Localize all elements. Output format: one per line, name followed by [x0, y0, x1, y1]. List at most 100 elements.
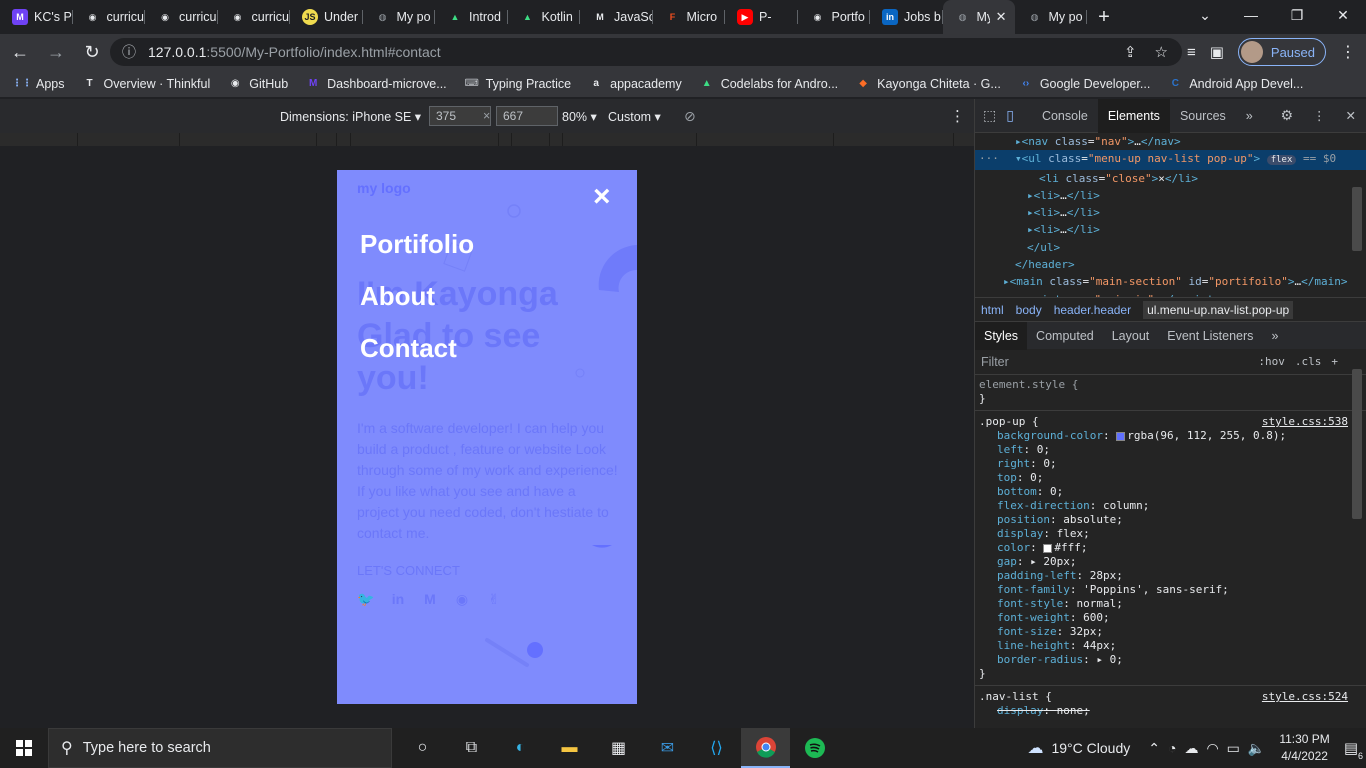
filter-tool[interactable]: :hov: [1258, 355, 1285, 368]
bookmark-item[interactable]: ◆ Kayonga Chiteta · G...: [855, 76, 1001, 92]
tab-sources[interactable]: Sources: [1170, 99, 1236, 133]
new-tab-button[interactable]: +: [1087, 6, 1121, 29]
breadcrumb-item[interactable]: ul.menu-up.nav-list.pop-up: [1143, 300, 1294, 319]
css-property[interactable]: border-radius: ▸ 0;: [979, 653, 1366, 667]
css-property[interactable]: font-size: 32px;: [979, 625, 1366, 639]
css-property[interactable]: font-style: normal;: [979, 597, 1366, 611]
rotate-icon[interactable]: ⊘: [684, 108, 696, 125]
filter-input[interactable]: Filter: [981, 355, 1009, 369]
breadcrumb-item[interactable]: body: [1016, 303, 1042, 317]
browser-tab[interactable]: ◍ My ✕: [942, 0, 1015, 34]
breadcrumb-item[interactable]: html: [981, 303, 1004, 317]
medium-icon[interactable]: M: [421, 590, 439, 608]
onedrive-icon[interactable]: ☁: [1184, 740, 1198, 757]
browser-tab[interactable]: ◍ My po: [1015, 0, 1088, 34]
edge-icon[interactable]: ◐: [496, 728, 545, 768]
browser-tab[interactable]: ▲ Kotlin: [508, 0, 581, 34]
forward-button[interactable]: →: [40, 36, 72, 68]
browser-tab[interactable]: F Micro: [653, 0, 726, 34]
css-property[interactable]: left: 0;: [979, 443, 1366, 457]
styles-tab[interactable]: Event Listeners: [1158, 322, 1262, 350]
bookmark-item[interactable]: T Overview · Thinkful: [82, 76, 210, 92]
css-property[interactable]: bottom: 0;: [979, 485, 1366, 499]
browser-tab[interactable]: in Jobs b: [870, 0, 943, 34]
github-icon[interactable]: ◉: [453, 590, 471, 608]
menu-item-portfolio[interactable]: Portifolio: [360, 228, 474, 260]
taskbar-search[interactable]: ⚲ Type here to search: [48, 728, 392, 768]
color-swatch[interactable]: [1116, 431, 1126, 441]
menu-item-contact[interactable]: Contact: [360, 332, 474, 364]
bookmark-item[interactable]: M Dashboard-microve...: [305, 76, 447, 92]
devtools-menu-icon[interactable]: ⋮: [1303, 99, 1336, 133]
tab-search-icon[interactable]: ⌄: [1182, 0, 1228, 30]
dom-node[interactable]: ··· ▾<ul class="menu-up nav-list pop-up">…: [975, 150, 1366, 170]
elements-tree[interactable]: ▸<nav class="nav">…</nav> ··· ▾<ul class="…: [975, 133, 1366, 297]
bookmark-item[interactable]: C Android App Devel...: [1167, 76, 1304, 92]
tray-chevron-icon[interactable]: ⌃: [1148, 740, 1160, 757]
site-info-icon[interactable]: ⓘ: [122, 42, 136, 62]
cortana-icon[interactable]: ○: [398, 728, 447, 768]
rule-selector[interactable]: .nav-list {: [979, 690, 1052, 703]
page-logo[interactable]: my logo: [357, 180, 411, 196]
dom-node[interactable]: <script src="main.js"></script>: [975, 291, 1366, 297]
reload-button[interactable]: ↻: [76, 36, 108, 68]
volume-icon[interactable]: 🔈: [1248, 740, 1265, 757]
more-tabs-icon[interactable]: »: [1236, 99, 1263, 133]
css-property[interactable]: display: flex;: [979, 527, 1366, 541]
browser-tab[interactable]: ▶ P-: [725, 0, 798, 34]
browser-tab[interactable]: ◉ curricu: [145, 0, 218, 34]
weather-icon[interactable]: ☁: [1027, 738, 1043, 758]
browser-tab[interactable]: ◉ Portfo: [798, 0, 871, 34]
element-style-rule[interactable]: element.style {: [979, 375, 1366, 392]
dom-node[interactable]: ▸<li>…</li>: [975, 187, 1366, 204]
wifi-icon[interactable]: ◠: [1206, 740, 1218, 757]
mail-icon[interactable]: ✉: [643, 728, 692, 768]
css-property[interactable]: position: absolute;: [979, 513, 1366, 527]
css-property[interactable]: gap: ▸ 20px;: [979, 555, 1366, 569]
dom-node[interactable]: ▸<li>…</li>: [975, 221, 1366, 238]
dom-node[interactable]: ▸<main class="main-section" id="portifoi…: [975, 273, 1366, 290]
weather-text[interactable]: 19°C Cloudy: [1051, 740, 1130, 756]
notifications-icon[interactable]: ▤ 6: [1344, 739, 1363, 761]
styles-scrollbar[interactable]: [1352, 369, 1362, 519]
throttle-select[interactable]: Custom ▾: [608, 109, 661, 124]
zoom-select[interactable]: 80% ▾: [562, 109, 597, 124]
bookmark-item[interactable]: ▲ Codelabs for Andro...: [699, 76, 838, 92]
styles-tab[interactable]: Styles: [975, 321, 1028, 350]
rule-source-link[interactable]: style.css:538: [1262, 415, 1348, 429]
filter-tool[interactable]: +: [1331, 355, 1338, 368]
profile-button[interactable]: Paused: [1237, 38, 1326, 66]
close-window-button[interactable]: ✕: [1320, 0, 1366, 30]
css-property[interactable]: display: none;: [979, 704, 1366, 718]
maximize-button[interactable]: ❐: [1274, 0, 1320, 30]
start-button[interactable]: [0, 728, 48, 768]
bookmark-item[interactable]: ‹› Google Developer...: [1018, 76, 1150, 92]
linkedin-icon[interactable]: in: [389, 590, 407, 608]
css-property[interactable]: font-family: 'Poppins', sans-serif;: [979, 583, 1366, 597]
address-bar[interactable]: ⓘ 127.0.0.1:5500/My-Portfolio/index.html…: [110, 38, 1182, 66]
css-property[interactable]: flex-direction: column;: [979, 499, 1366, 513]
dom-node[interactable]: </header>: [975, 256, 1366, 273]
settings-icon[interactable]: ⚙: [1270, 99, 1303, 133]
browser-tab[interactable]: JS Under: [290, 0, 363, 34]
twitter-icon[interactable]: 🐦: [357, 590, 375, 608]
rule-source-link[interactable]: style.css:524: [1262, 690, 1348, 704]
dom-node[interactable]: </ul>: [975, 239, 1366, 256]
bookmark-item[interactable]: ⋮⋮ Apps: [12, 76, 65, 92]
styles-tab[interactable]: Layout: [1103, 322, 1159, 350]
color-swatch[interactable]: [1043, 543, 1053, 553]
menu-item-about[interactable]: About: [360, 280, 474, 312]
close-menu-button[interactable]: ×: [593, 180, 611, 214]
angellist-icon[interactable]: ✌: [485, 590, 503, 608]
dom-node[interactable]: <li class="close">×</li>: [975, 170, 1366, 187]
side-panel-icon[interactable]: ▣: [1210, 43, 1224, 61]
browser-tab[interactable]: ◍ My po: [363, 0, 436, 34]
device-toggle-icon[interactable]: ▯: [1002, 99, 1022, 133]
dom-node[interactable]: ▸<nav class="nav">…</nav>: [975, 133, 1366, 150]
clock[interactable]: 11:30 PM 4/4/2022: [1279, 731, 1329, 765]
browser-tab[interactable]: M KC's P: [0, 0, 73, 34]
media-query-ruler[interactable]: [0, 133, 974, 146]
filter-tool[interactable]: .cls: [1295, 355, 1322, 368]
share-icon[interactable]: ⇪: [1124, 43, 1137, 61]
spotify-icon[interactable]: [790, 728, 839, 768]
